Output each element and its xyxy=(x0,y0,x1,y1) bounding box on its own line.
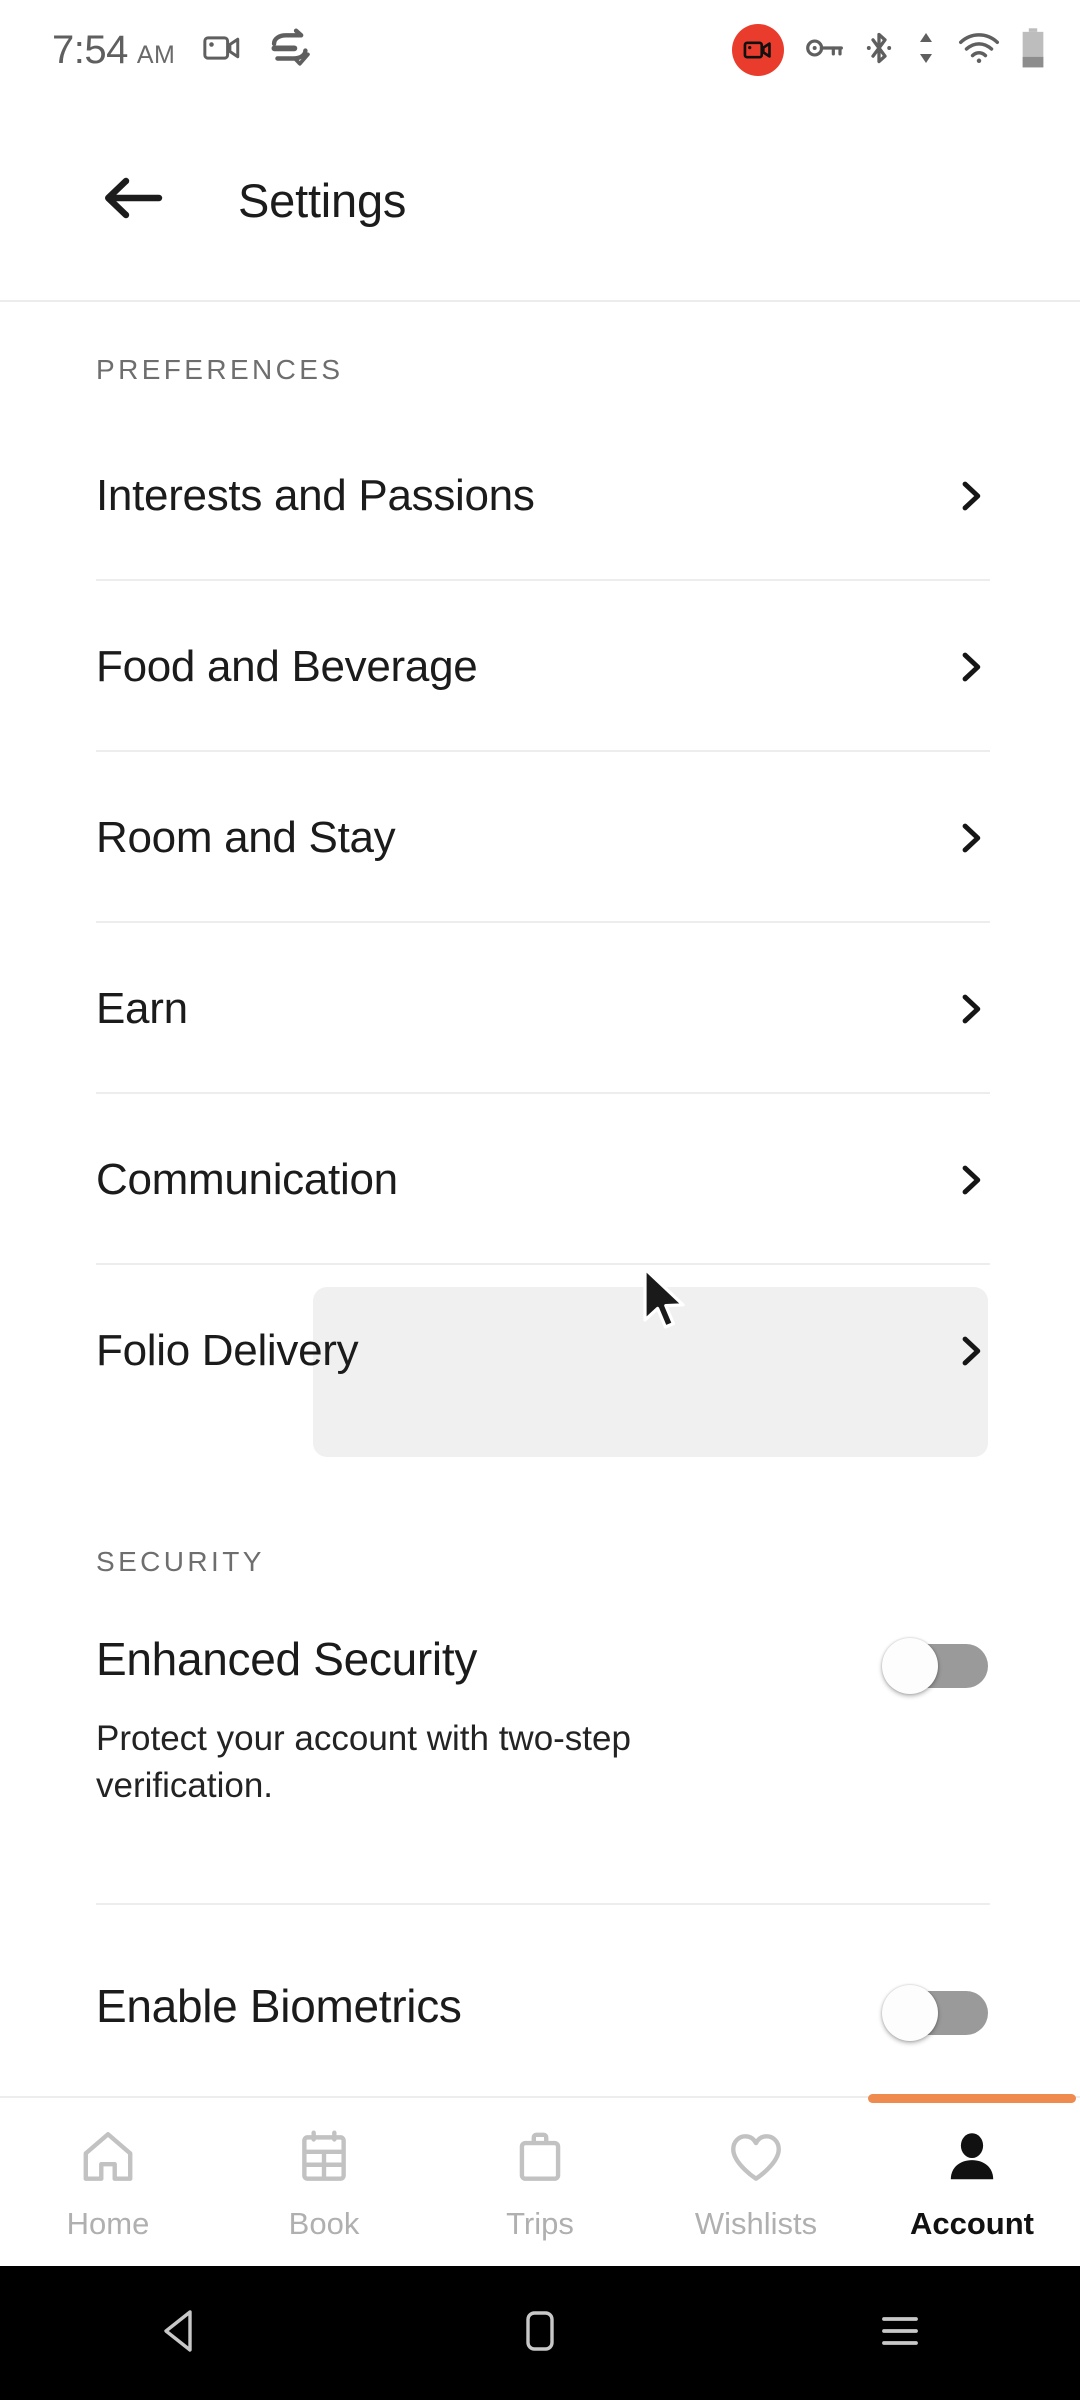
battery-icon xyxy=(1020,27,1046,74)
status-bar-right xyxy=(732,24,1046,76)
settings-screen: 7:54 AM Settings PREFERENCES Interests a… xyxy=(0,0,1080,2400)
status-bar-clock: 7:54 AM xyxy=(52,28,175,73)
heart-icon xyxy=(725,2124,787,2190)
nav-label: Trips xyxy=(506,2206,574,2241)
security-item-title: Enhanced Security xyxy=(96,1633,478,1685)
home-square-icon xyxy=(520,2307,560,2360)
system-recents-button[interactable] xyxy=(840,2273,960,2393)
nav-label: Book xyxy=(288,2206,360,2241)
row-label: Earn xyxy=(96,983,188,1033)
nav-item-account[interactable]: Account xyxy=(864,2094,1080,2268)
security-divider-wrap xyxy=(0,1809,1080,1906)
system-back-button[interactable] xyxy=(120,2273,240,2393)
chevron-right-icon xyxy=(954,821,988,855)
chevron-right-icon xyxy=(954,1163,988,1197)
calendar-icon xyxy=(293,2124,355,2190)
row-label: Communication xyxy=(96,1154,398,1204)
chevron-right-icon xyxy=(954,479,988,513)
preferences-item-room-and-stay[interactable]: Room and Stay xyxy=(0,752,1080,923)
preferences-item-earn[interactable]: Earn xyxy=(0,923,1080,1094)
app-header: Settings xyxy=(0,100,1080,300)
nav-label: Account xyxy=(910,2206,1034,2241)
row-label: Interests and Passions xyxy=(96,470,535,520)
back-triangle-icon xyxy=(158,2307,202,2360)
page-title: Settings xyxy=(238,173,407,227)
nav-item-wishlists[interactable]: Wishlists xyxy=(648,2098,864,2268)
row-label: Folio Delivery xyxy=(96,1325,359,1375)
recents-lines-icon xyxy=(878,2309,922,2358)
security-item-subtitle: Protect your account with two-step verif… xyxy=(96,1719,631,1805)
toggle-thumb xyxy=(882,1985,938,2042)
preferences-list: Interests and Passions Food and Beverage… xyxy=(0,410,1080,1457)
nav-label: Wishlists xyxy=(694,2206,818,2241)
preferences-item-interests-and-passions[interactable]: Interests and Passions xyxy=(0,410,1080,581)
preferences-item-food-and-beverage[interactable]: Food and Beverage xyxy=(0,581,1080,752)
nav-item-book[interactable]: Book xyxy=(216,2098,432,2268)
row-label: Food and Beverage xyxy=(96,641,478,691)
chevron-right-icon xyxy=(954,992,988,1026)
preferences-item-communication[interactable]: Communication xyxy=(0,1094,1080,1265)
security-item-enhanced-security[interactable]: Enhanced Security Protect your account w… xyxy=(0,1632,1080,1809)
briefcase-icon xyxy=(509,2124,571,2190)
wifi-icon xyxy=(958,32,1000,69)
system-navigation-bar xyxy=(0,2266,1080,2400)
system-home-button[interactable] xyxy=(480,2273,600,2393)
bottom-navigation: Home Book Trips Wishlists Account xyxy=(0,2094,1080,2268)
back-button[interactable] xyxy=(96,163,170,237)
person-icon xyxy=(941,2124,1003,2190)
preferences-item-folio-delivery[interactable]: Folio Delivery xyxy=(0,1265,1080,1457)
row-label: Room and Stay xyxy=(96,812,396,862)
preferences-section-label: PREFERENCES xyxy=(96,354,344,385)
security-section-label: SECURITY xyxy=(96,1546,265,1577)
nav-item-trips[interactable]: Trips xyxy=(432,2098,648,2268)
security-item-enable-biometrics[interactable]: Enable Biometrics xyxy=(0,1979,1080,2042)
bluetooth-icon xyxy=(864,30,894,71)
clock-time: 7:54 xyxy=(52,27,128,72)
nav-item-home[interactable]: Home xyxy=(0,2098,216,2268)
screen-record-icon xyxy=(201,27,243,74)
status-bar-left: 7:54 AM xyxy=(52,27,313,74)
chevron-right-icon xyxy=(954,650,988,684)
security-divider xyxy=(96,1903,990,1906)
settings-content: PREFERENCES Interests and Passions Food … xyxy=(0,302,1080,2042)
home-icon xyxy=(77,2124,139,2190)
vpn-key-icon xyxy=(804,32,844,69)
data-saver-check-icon xyxy=(269,27,313,74)
chevron-right-icon xyxy=(954,1334,988,1368)
security-item-title: Enable Biometrics xyxy=(96,1980,462,2033)
status-bar: 7:54 AM xyxy=(0,0,1080,100)
nav-label: Home xyxy=(66,2206,150,2241)
active-tab-indicator xyxy=(868,2094,1076,2103)
security-item-header: Enhanced Security xyxy=(96,1632,988,1694)
enhanced-security-toggle[interactable] xyxy=(882,1638,988,1694)
press-highlight xyxy=(313,1287,988,1457)
screen-recording-active-icon xyxy=(732,24,784,76)
clock-ampm: AM xyxy=(136,40,176,69)
enable-biometrics-toggle[interactable] xyxy=(882,1985,988,2042)
toggle-thumb xyxy=(882,1638,938,1694)
arrow-left-icon xyxy=(103,175,163,226)
security-item-header: Enable Biometrics xyxy=(96,1979,988,2042)
data-transfer-icon xyxy=(914,30,938,71)
